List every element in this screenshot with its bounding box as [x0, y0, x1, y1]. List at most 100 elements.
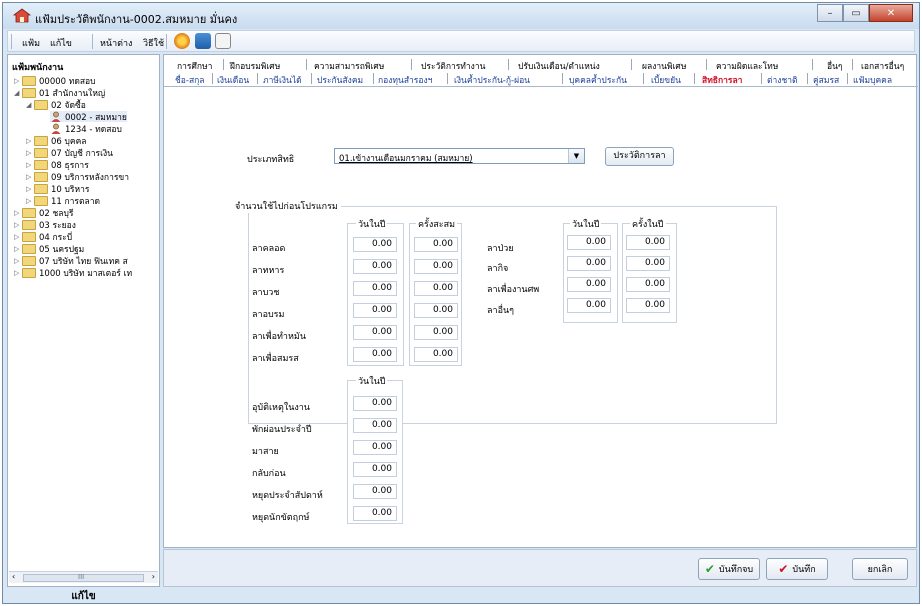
- calculator-icon[interactable]: [195, 33, 211, 49]
- times-input[interactable]: 0.00: [414, 259, 458, 274]
- expand-icon[interactable]: ▷: [14, 221, 22, 229]
- menu-edit[interactable]: แก้ไข: [50, 36, 72, 50]
- tree-node[interactable]: 1234 - ทดสอบ: [50, 123, 122, 135]
- close-button[interactable]: ✕: [869, 4, 913, 22]
- expand-icon[interactable]: ▷: [26, 185, 34, 193]
- times-input[interactable]: 0.00: [626, 256, 670, 271]
- tab-education[interactable]: การศึกษา: [177, 59, 212, 73]
- days-input[interactable]: 0.00: [353, 259, 397, 274]
- times-input[interactable]: 0.00: [414, 347, 458, 362]
- tree-node[interactable]: ▷ 04 กระบี่: [14, 231, 72, 243]
- collapse-icon[interactable]: ◢: [14, 89, 22, 97]
- tree-node[interactable]: ▷ 00000 ทดสอบ: [14, 75, 96, 87]
- expand-icon[interactable]: ▷: [26, 149, 34, 157]
- tree-node[interactable]: ▷ 1000 บริษัท มาสเตอร์ เท: [14, 267, 132, 279]
- days-input[interactable]: 0.00: [353, 418, 397, 433]
- menu-help[interactable]: วิธีใช้: [143, 36, 164, 50]
- tab-offenses[interactable]: ความผิดและโทษ: [716, 59, 778, 73]
- menu-file[interactable]: แฟ้ม: [22, 36, 40, 50]
- tree-node[interactable]: ▷ 07 บัญชี การเงิน: [26, 147, 113, 159]
- times-input[interactable]: 0.00: [414, 325, 458, 340]
- tab-income-tax[interactable]: ภาษีเงินได้: [263, 73, 302, 87]
- horizontal-scrollbar[interactable]: ‹ III ›: [9, 571, 158, 583]
- tree-node[interactable]: ◢ 01 สำนักงานใหญ่: [14, 87, 105, 99]
- expand-icon[interactable]: ▷: [26, 173, 34, 181]
- days-input[interactable]: 0.00: [353, 462, 397, 477]
- tab-personal-file[interactable]: แฟ้มบุคคล: [853, 73, 892, 87]
- tab-guarantor[interactable]: บุคคลค้ำประกัน: [569, 73, 627, 87]
- chevron-down-icon[interactable]: ▼: [568, 149, 584, 163]
- leave-history-button[interactable]: ประวัติการลา: [605, 147, 674, 166]
- menu-window[interactable]: หน้าต่าง: [100, 36, 132, 50]
- tree-node[interactable]: ▷ 11 การตลาด: [26, 195, 100, 207]
- tab-special-training[interactable]: ฝึกอบรมพิเศษ: [230, 59, 280, 73]
- days-input[interactable]: 0.00: [353, 396, 397, 411]
- days-input[interactable]: 0.00: [353, 440, 397, 455]
- tab-foreigner[interactable]: ต่างชาติ: [767, 73, 798, 87]
- days-input[interactable]: 0.00: [567, 298, 611, 313]
- times-input[interactable]: 0.00: [626, 277, 670, 292]
- scrollbar-thumb[interactable]: III: [23, 573, 144, 582]
- minimize-button[interactable]: –: [817, 4, 843, 22]
- times-input[interactable]: 0.00: [414, 237, 458, 252]
- tab-guarantee-loan[interactable]: เงินค้ำประกัน-กู้-ผ่อน: [454, 73, 530, 87]
- days-input[interactable]: 0.00: [353, 484, 397, 499]
- tab-name[interactable]: ชื่อ-สกุล: [175, 73, 204, 87]
- check-icon: ✔: [778, 562, 789, 576]
- tab-salary-adjustment[interactable]: ปรับเงินเดือน/ตำแหน่ง: [518, 59, 600, 73]
- days-input[interactable]: 0.00: [567, 277, 611, 292]
- tab-work-history[interactable]: ประวัติการทำงาน: [421, 59, 485, 73]
- document-icon[interactable]: [215, 33, 231, 49]
- expand-icon[interactable]: ▷: [14, 77, 22, 85]
- days-input[interactable]: 0.00: [353, 303, 397, 318]
- tab-special-achievements[interactable]: ผลงานพิเศษ: [642, 59, 686, 73]
- expand-icon[interactable]: ▷: [14, 245, 22, 253]
- expand-icon[interactable]: ▷: [26, 197, 34, 205]
- save-button[interactable]: ✔ บันทึก: [766, 558, 828, 580]
- days-input[interactable]: 0.00: [353, 237, 397, 252]
- times-input[interactable]: 0.00: [626, 235, 670, 250]
- times-input[interactable]: 0.00: [626, 298, 670, 313]
- cancel-button[interactable]: ยกเลิก: [852, 558, 908, 580]
- days-input[interactable]: 0.00: [567, 235, 611, 250]
- tab-spouse[interactable]: คู่สมรส: [813, 73, 839, 87]
- leave-type-select[interactable]: 01.เข้างานเดือนมกราคม (สมหมาย) ▼: [334, 148, 585, 164]
- days-input[interactable]: 0.00: [353, 325, 397, 340]
- scroll-right-icon[interactable]: ›: [152, 572, 155, 581]
- target-icon[interactable]: [174, 33, 190, 49]
- tab-diligence-allowance[interactable]: เบี้ยขยัน: [651, 73, 681, 87]
- days-input[interactable]: 0.00: [567, 256, 611, 271]
- maximize-button[interactable]: ▭: [843, 4, 869, 22]
- save-close-button[interactable]: ✔ บันทึกจบ: [698, 558, 760, 580]
- collapse-icon[interactable]: ◢: [26, 101, 34, 109]
- tree-node[interactable]: ◢ 02 จัดซื้อ: [26, 99, 86, 111]
- tree-node[interactable]: ▷ 07 บริษัท ไทย ฟินเทค ส: [14, 255, 128, 267]
- tab-social-security[interactable]: ประกันสังคม: [317, 73, 363, 87]
- times-input[interactable]: 0.00: [414, 303, 458, 318]
- tree-node-selected[interactable]: 0002 - สมหมาย: [50, 111, 127, 123]
- scroll-left-icon[interactable]: ‹: [12, 572, 15, 581]
- days-input[interactable]: 0.00: [353, 347, 397, 362]
- expand-icon[interactable]: ▷: [26, 137, 34, 145]
- tab-special-skills[interactable]: ความสามารถพิเศษ: [314, 59, 384, 73]
- tab-others[interactable]: อื่นๆ: [827, 59, 842, 73]
- tree-node[interactable]: ▷ 08 ธุรการ: [26, 159, 89, 171]
- tree-node[interactable]: ▷ 06 บุคคล: [26, 135, 87, 147]
- tree-node[interactable]: ▷ 03 ระยอง: [14, 219, 76, 231]
- tree-node[interactable]: ▷ 09 บริการหลังการขา: [26, 171, 129, 183]
- tab-leave-rights[interactable]: สิทธิการลา: [702, 73, 742, 87]
- expand-icon[interactable]: ▷: [14, 209, 22, 217]
- tab-salary[interactable]: เงินเดือน: [217, 73, 249, 87]
- days-input[interactable]: 0.00: [353, 281, 397, 296]
- days-input[interactable]: 0.00: [353, 506, 397, 521]
- expand-icon[interactable]: ▷: [14, 233, 22, 241]
- tree-node[interactable]: ▷ 02 ชลบุรี: [14, 207, 73, 219]
- tab-other-documents[interactable]: เอกสารอื่นๆ: [861, 59, 904, 73]
- tree-node[interactable]: ▷ 05 นครปฐม: [14, 243, 84, 255]
- expand-icon[interactable]: ▷: [26, 161, 34, 169]
- times-input[interactable]: 0.00: [414, 281, 458, 296]
- expand-icon[interactable]: ▷: [14, 257, 22, 265]
- expand-icon[interactable]: ▷: [14, 269, 22, 277]
- tree-node[interactable]: ▷ 10 บริหาร: [26, 183, 89, 195]
- tab-provident-fund[interactable]: กองทุนสำรองฯ: [378, 73, 432, 87]
